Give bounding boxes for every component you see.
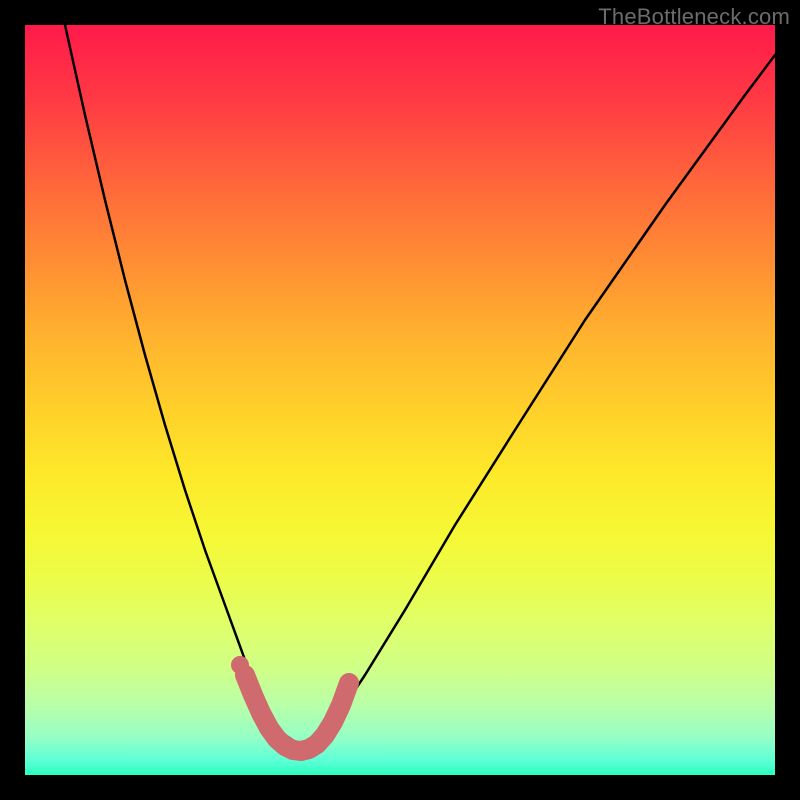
- chart-plot-area: [25, 25, 775, 775]
- chart-svg: [25, 25, 775, 775]
- watermark-text: TheBottleneck.com: [598, 4, 790, 30]
- marker-dot: [231, 656, 249, 674]
- chart-frame: TheBottleneck.com: [0, 0, 800, 800]
- bottleneck-curve: [65, 25, 775, 745]
- marker-trail: [245, 675, 349, 751]
